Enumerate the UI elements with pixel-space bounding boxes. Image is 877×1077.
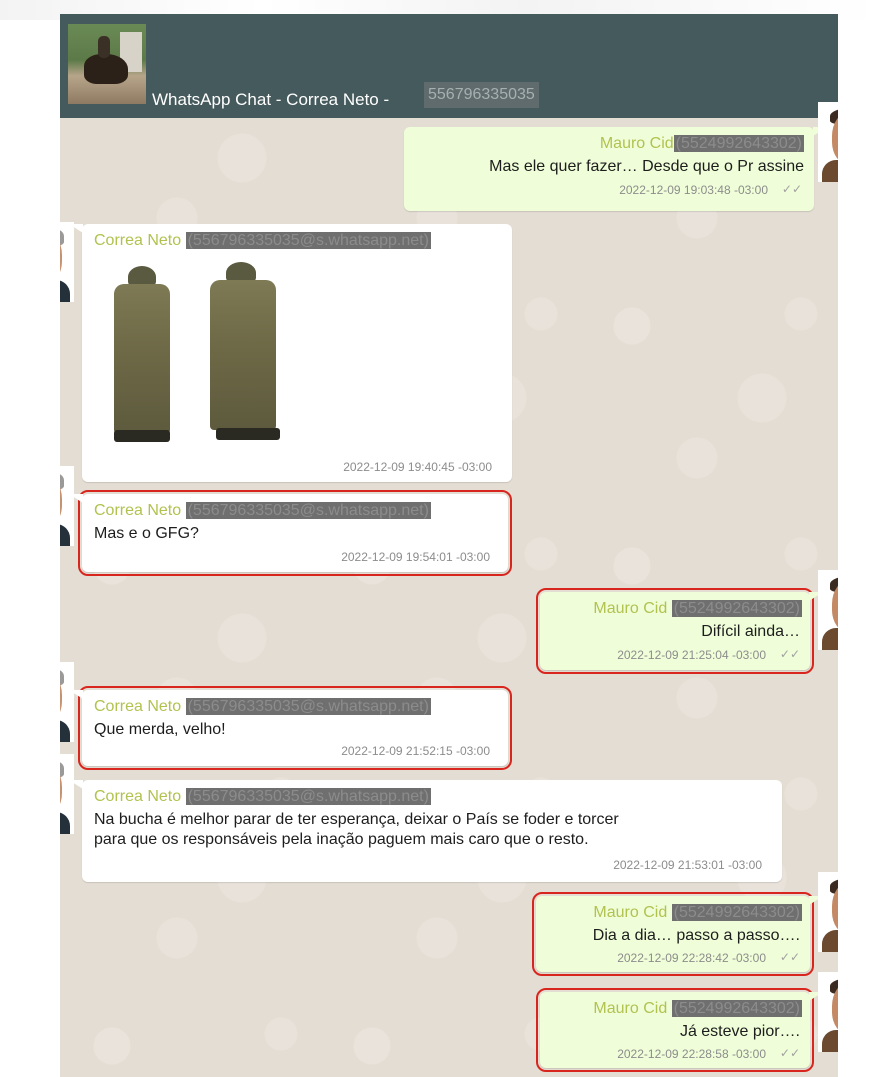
message-sender: Mauro Cid (5524992643302)	[600, 135, 804, 153]
avatar-correa-neto[interactable]	[60, 466, 74, 546]
read-ticks-icon: ✓✓	[779, 950, 800, 964]
avatar-correa-neto[interactable]	[60, 754, 74, 834]
message-timestamp: 2022-12-09 19:03:48 -03:00	[619, 183, 768, 197]
contact-profile-photo[interactable]	[68, 24, 146, 104]
sender-name: Mauro Cid	[593, 904, 672, 921]
message-timestamp: 2022-12-09 21:52:15 -03:00	[341, 744, 490, 758]
message-text-line-2: para que os responsáveis pela inação pag…	[94, 831, 589, 848]
sender-id-redacted: (5524992643302)	[671, 1000, 802, 1017]
message-bubble-incoming[interactable]: Correa Neto (556796335035@s.whatsapp.net…	[69, 780, 782, 882]
sender-name: Correa Neto	[94, 232, 186, 249]
message-timestamp: 2022-12-09 21:53:01 -03:00	[613, 858, 762, 872]
sender-id-redacted: (5524992643302)	[671, 904, 802, 921]
message-sender: Correa Neto (556796335035@s.whatsapp.net…	[94, 698, 431, 716]
message-text: Mas ele quer fazer… Desde que o Pr assin…	[489, 158, 804, 175]
message-timestamp: 2022-12-09 19:54:01 -03:00	[341, 550, 490, 564]
image-attachment[interactable]	[98, 262, 290, 450]
avatar-mauro-cid[interactable]	[818, 570, 838, 650]
soldier-right	[210, 280, 276, 430]
message-sender: Mauro Cid (5524992643302)	[593, 600, 802, 618]
message-timestamp: 2022-12-09 22:28:58 -03:00	[617, 1047, 766, 1061]
avatar-shoulders	[60, 524, 70, 546]
avatar-hair	[60, 226, 64, 246]
message-bubble-outgoing[interactable]: Mauro Cid (5524992643302) Mas ele quer fa…	[404, 127, 827, 211]
avatar-shoulders	[822, 1030, 838, 1052]
message-timestamp: 2022-12-09 22:28:42 -03:00	[617, 951, 766, 965]
sender-id-redacted: (5524992643302)	[671, 600, 802, 617]
avatar-hair	[60, 470, 64, 490]
sender-id-redacted: (556796335035@s.whatsapp.net)	[185, 232, 431, 249]
message-sender: Correa Neto (556796335035@s.whatsapp.net…	[94, 788, 431, 806]
sender-id-redacted: (5524992643302)	[673, 135, 804, 152]
avatar-correa-neto[interactable]	[60, 662, 74, 742]
message-sender: Mauro Cid (5524992643302)	[593, 904, 802, 922]
avatar-shoulders	[60, 280, 70, 302]
sender-name: Mauro Cid	[599, 135, 674, 152]
message-text: Dia a dia… passo a passo….	[592, 927, 800, 944]
read-ticks-icon: ✓✓	[781, 182, 802, 196]
avatar-mauro-cid[interactable]	[818, 972, 838, 1052]
message-sender: Correa Neto (556796335035@s.whatsapp.net…	[94, 502, 431, 520]
message-timestamp: 2022-12-09 21:25:04 -03:00	[617, 648, 766, 662]
message-bubble-incoming[interactable]: Correa Neto (556796335035@s.whatsapp.net…	[69, 490, 512, 576]
soldier-right-boots	[216, 428, 280, 440]
message-bubble-incoming-image[interactable]: Correa Neto (556796335035@s.whatsapp.net…	[69, 224, 512, 482]
message-sender: Correa Neto (556796335035@s.whatsapp.net…	[94, 232, 431, 250]
avatar-shoulders	[60, 812, 70, 834]
chat-title: WhatsApp Chat - Correa Neto -	[152, 90, 390, 109]
avatar-shoulders	[822, 628, 838, 650]
photo-horse	[84, 54, 128, 84]
sender-name: Mauro Cid	[593, 1000, 672, 1017]
read-ticks-icon: ✓✓	[779, 1046, 800, 1060]
message-text: Já esteve pior….	[679, 1023, 800, 1040]
avatar-mauro-cid[interactable]	[818, 102, 838, 182]
avatar-correa-neto[interactable]	[60, 222, 74, 302]
message-timestamp: 2022-12-09 19:40:45 -03:00	[343, 460, 492, 474]
message-bubble-incoming[interactable]: Correa Neto (556796335035@s.whatsapp.net…	[69, 686, 512, 770]
soldier-left-boots	[114, 430, 170, 442]
avatar-shoulders	[822, 160, 838, 182]
chat-window: WhatsApp Chat - Correa Neto - 5567963350…	[60, 14, 838, 1077]
avatar-shoulders	[60, 720, 70, 742]
read-ticks-icon: ✓✓	[779, 647, 800, 661]
sender-id-redacted: (556796335035@s.whatsapp.net)	[185, 698, 431, 715]
message-text: Difícil ainda…	[701, 623, 800, 640]
avatar-hair	[60, 758, 64, 778]
message-text: Mas e o GFG?	[94, 525, 199, 542]
sender-id-redacted: (556796335035@s.whatsapp.net)	[185, 502, 431, 519]
avatar-hair	[60, 666, 64, 686]
sender-id-redacted: (556796335035@s.whatsapp.net)	[185, 788, 431, 805]
sender-name: Correa Neto	[94, 502, 186, 519]
sender-name: Mauro Cid	[593, 600, 672, 617]
chat-phone-redacted: 556796335035	[424, 82, 539, 108]
message-text: Que merda, velho!	[94, 721, 226, 738]
photo-rider	[98, 36, 110, 58]
message-bubble-outgoing[interactable]: Mauro Cid (5524992643302) Dia a dia… pas…	[532, 892, 823, 976]
avatar-mauro-cid[interactable]	[818, 872, 838, 952]
soldier-left	[114, 284, 170, 434]
message-bubble-outgoing[interactable]: Mauro Cid (5524992643302) Já esteve pior…	[536, 988, 823, 1072]
avatar-shoulders	[822, 930, 838, 952]
chat-header: WhatsApp Chat - Correa Neto - 5567963350…	[60, 14, 838, 118]
sender-name: Correa Neto	[94, 698, 186, 715]
message-sender: Mauro Cid (5524992643302)	[593, 1000, 802, 1018]
sender-name: Correa Neto	[94, 788, 186, 805]
message-text-line-1: Na bucha é melhor parar de ter esperança…	[94, 811, 619, 828]
message-bubble-outgoing[interactable]: Mauro Cid (5524992643302) Difícil ainda……	[536, 588, 823, 674]
